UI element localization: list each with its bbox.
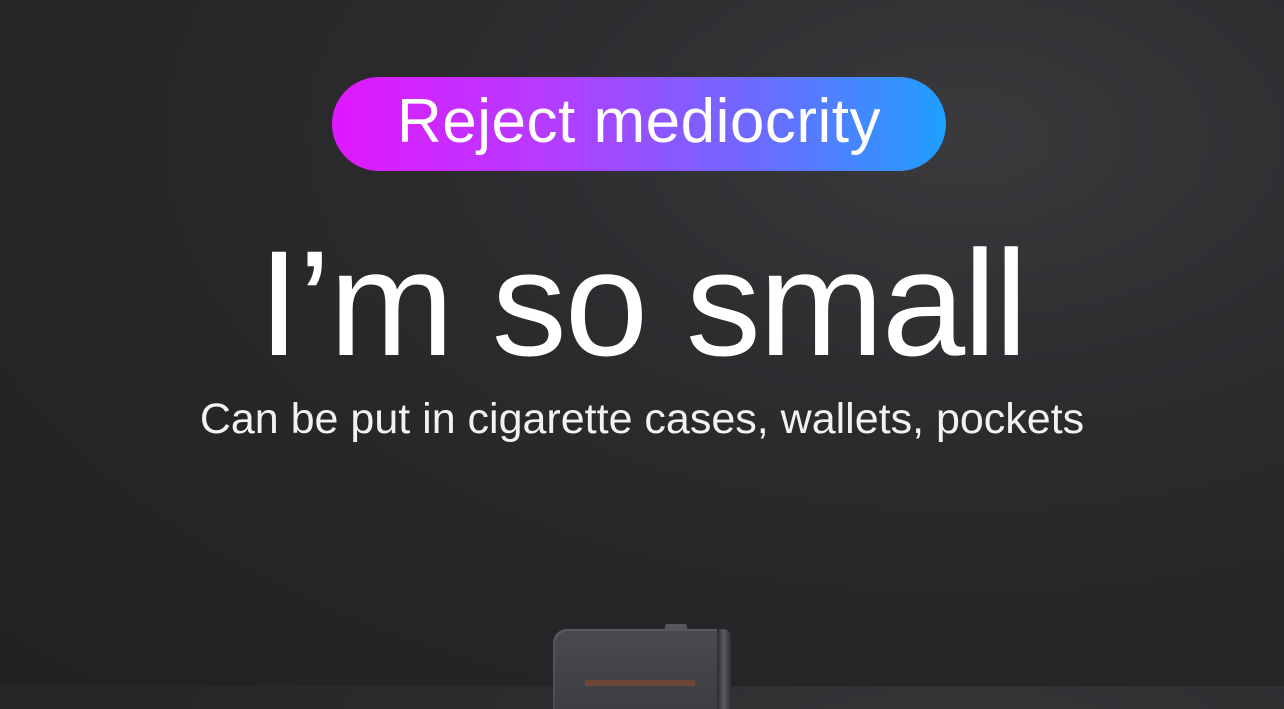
promo-banner: Reject mediocrity I’m so small Can be pu… [0,0,1284,709]
headline: I’m so small [258,219,1028,387]
product-device-image [553,629,731,709]
device-accent-strip [585,680,695,686]
device-side-edge [717,629,731,709]
tagline-text: Reject mediocrity [397,87,881,156]
subheadline: Can be put in cigarette cases, wallets, … [199,395,1085,443]
tagline-pill: Reject mediocrity [332,77,946,171]
